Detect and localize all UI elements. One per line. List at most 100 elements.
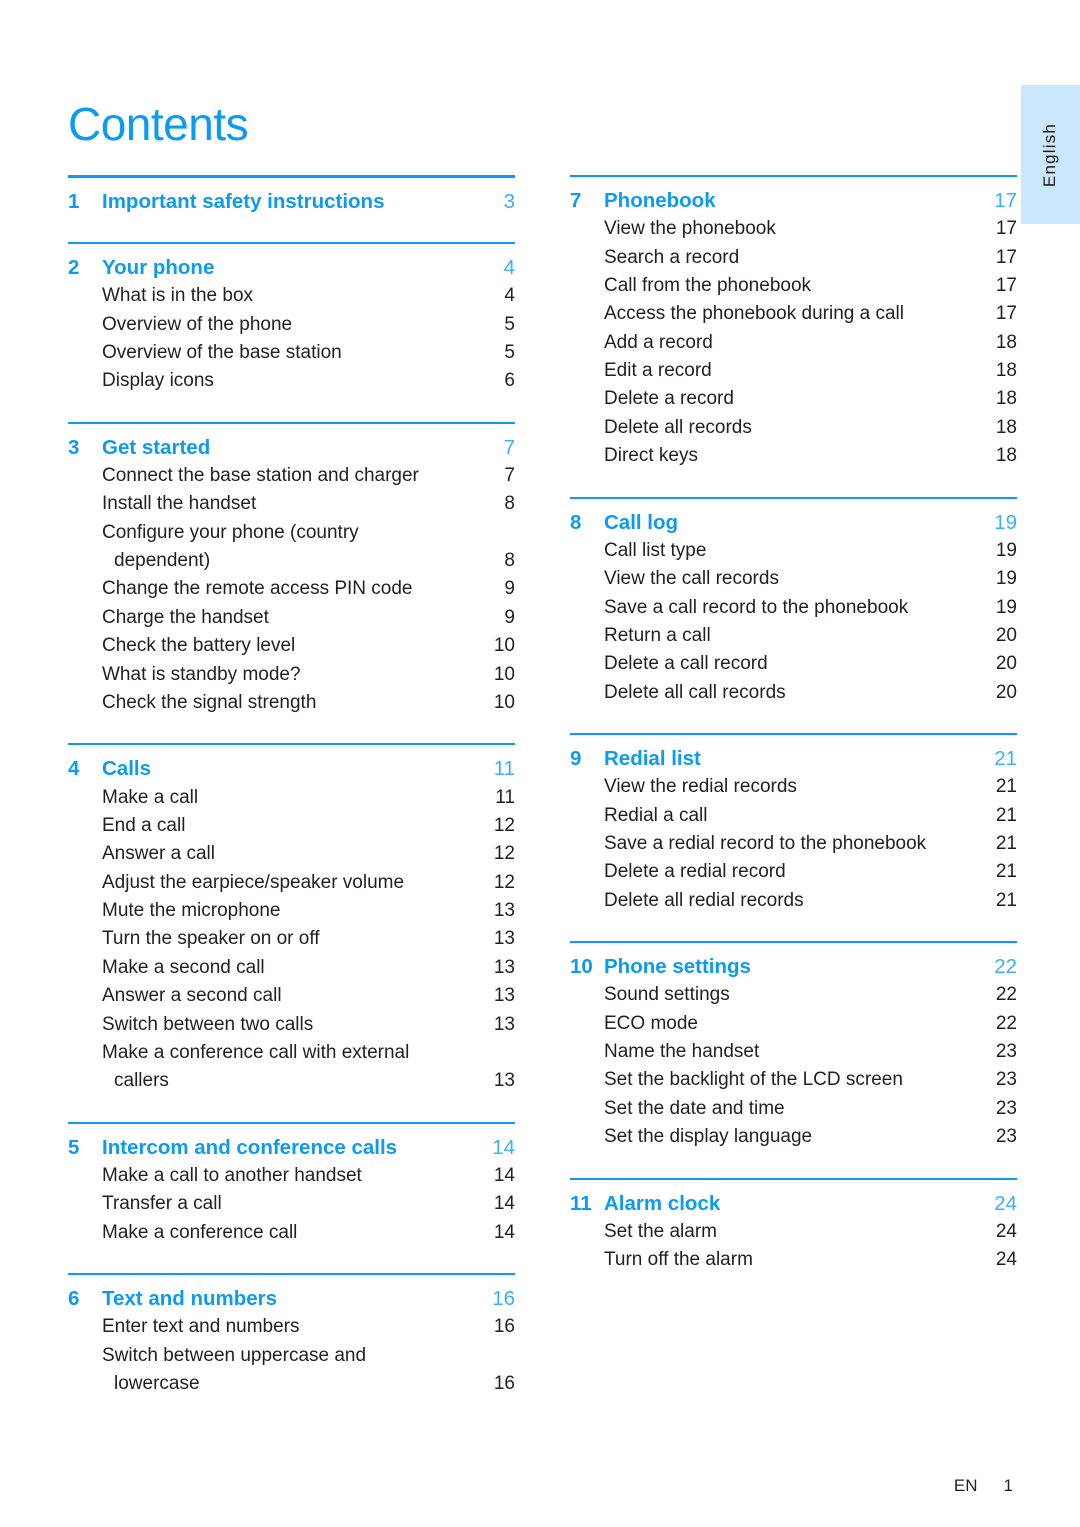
toc-entry[interactable]: What is in the box 4 [68,282,515,310]
toc-entry[interactable]: Turn off the alarm 24 [570,1246,1017,1274]
toc-entry[interactable]: Check the signal strength 10 [68,689,515,717]
toc-entry[interactable]: Delete all redial records 21 [570,887,1017,915]
toc-section: 9 Redial list 21 View the redial records 21 R… [570,733,1017,915]
toc-entry-page-number: 24 [995,1220,1017,1242]
toc-entry[interactable]: Set the display language 23 [570,1123,1017,1151]
toc-entry[interactable]: Direct keys 18 [570,442,1017,470]
toc-entry[interactable]: Make a conference call 14 [68,1219,515,1247]
toc-entry-page-number: 12 [493,814,515,836]
toc-entry[interactable]: What is standby mode? 10 [68,661,515,689]
toc-entry[interactable]: Search a record 17 [570,244,1017,272]
toc-entry-label: Charge the handset [102,606,269,628]
toc-entry[interactable]: Mute the microphone 13 [68,897,515,925]
toc-section-heading[interactable]: 10 Phone settings 22 [570,952,1017,981]
toc-entry[interactable]: dependent) 8 [68,547,515,575]
toc-entry[interactable]: Call list type 19 [570,537,1017,565]
toc-section-heading[interactable]: 4 Calls 11 [68,754,515,783]
toc-entry-page-number: 8 [504,550,515,572]
toc-entry[interactable]: Adjust the earpiece/speaker volume 12 [68,869,515,897]
toc-entry-page-number: 13 [493,1070,515,1092]
language-tab-label: English [1040,122,1060,187]
toc-entry[interactable]: Switch between uppercase and [68,1342,515,1370]
toc-entry-label: Change the remote access PIN code [102,578,413,600]
toc-entry[interactable]: Change the remote access PIN code 9 [68,575,515,603]
toc-entry-page-number: 9 [504,578,515,600]
toc-entry[interactable]: Redial a call 21 [570,802,1017,830]
toc-entry[interactable]: Answer a second call 13 [68,982,515,1010]
toc-entry[interactable]: Enter text and numbers 16 [68,1313,515,1341]
toc-entry[interactable]: Make a call to another handset 14 [68,1162,515,1190]
toc-section-heading[interactable]: 11 Alarm clock 24 [570,1189,1017,1218]
section-page-number: 19 [994,510,1017,534]
toc-entry-label: Answer a second call [102,985,282,1007]
toc-entry[interactable]: Make a conference call with external [68,1039,515,1067]
toc-section-heading[interactable]: 6 Text and numbers 16 [68,1284,515,1313]
toc-entry-label: What is standby mode? [102,663,301,685]
toc-entry-page-number: 20 [995,653,1017,675]
toc-entry[interactable]: Edit a record 18 [570,357,1017,385]
toc-entry[interactable]: Display icons 6 [68,367,515,395]
toc-entry-page-number: 21 [995,861,1017,883]
toc-entry-label: Make a call to another handset [102,1164,362,1186]
toc-section-heading[interactable]: 9 Redial list 21 [570,744,1017,773]
toc-entry[interactable]: Charge the handset 9 [68,604,515,632]
toc-entry-page-number: 19 [995,568,1017,590]
toc-entry[interactable]: Configure your phone (country [68,519,515,547]
toc-entry-page-number: 14 [493,1193,515,1215]
toc-entry-page-number: 5 [504,313,515,335]
toc-entry[interactable]: Transfer a call 14 [68,1190,515,1218]
toc-entry[interactable]: Set the alarm 24 [570,1218,1017,1246]
toc-entry[interactable]: Save a call record to the phonebook 19 [570,594,1017,622]
toc-entry[interactable]: View the phonebook 17 [570,215,1017,243]
toc-entry[interactable]: callers 13 [68,1067,515,1095]
toc-entry-page-number: 10 [493,663,515,685]
toc-entry[interactable]: Turn the speaker on or off 13 [68,925,515,953]
toc-entry[interactable]: Make a call 11 [68,784,515,812]
toc-entry[interactable]: Set the date and time 23 [570,1095,1017,1123]
toc-entry[interactable]: Install the handset 8 [68,490,515,518]
section-divider [570,1177,1017,1180]
toc-entry[interactable]: Make a second call 13 [68,954,515,982]
toc-entry[interactable]: Delete all call records 20 [570,679,1017,707]
toc-entry-label: Save a redial record to the phonebook [604,832,927,854]
toc-entry-label: Make a call [102,786,199,808]
toc-entry[interactable]: Check the battery level 10 [68,632,515,660]
toc-entry[interactable]: Sound settings 22 [570,981,1017,1009]
toc-entry[interactable]: ECO mode 22 [570,1010,1017,1038]
toc-entry[interactable]: Delete a record 18 [570,385,1017,413]
toc-entry[interactable]: Call from the phonebook 17 [570,272,1017,300]
toc-section-heading[interactable]: 2 Your phone 4 [68,253,515,282]
toc-section-heading[interactable]: 3 Get started 7 [68,433,515,462]
toc-entry[interactable]: Add a record 18 [570,329,1017,357]
toc-entry[interactable]: Delete a call record 20 [570,650,1017,678]
toc-entry-page-number: 10 [493,635,515,657]
section-divider [570,941,1017,944]
toc-entry[interactable]: Name the handset 23 [570,1038,1017,1066]
toc-entry[interactable]: Return a call 20 [570,622,1017,650]
toc-entry[interactable]: Answer a call 12 [68,840,515,868]
toc-entry[interactable]: Delete all records 18 [570,414,1017,442]
toc-entry[interactable]: View the redial records 21 [570,773,1017,801]
toc-entry-label: Edit a record [604,360,712,382]
toc-entry-label-continued: lowercase [114,1372,200,1394]
toc-section-heading[interactable]: 5 Intercom and conference calls 14 [68,1133,515,1162]
toc-entry[interactable]: View the call records 19 [570,565,1017,593]
toc-entry[interactable]: Overview of the base station 5 [68,339,515,367]
toc-entry[interactable]: Save a redial record to the phonebook 21 [570,830,1017,858]
toc-section: 11 Alarm clock 24 Set the alarm 24 Turn off t… [570,1177,1017,1275]
toc-entry-page-number: 17 [995,274,1017,296]
toc-section-heading[interactable]: 1 Important safety instructions 3 [68,187,515,216]
toc-entry[interactable]: Set the backlight of the LCD screen 23 [570,1066,1017,1094]
toc-entry[interactable]: Access the phonebook during a call 17 [570,300,1017,328]
toc-entry[interactable]: End a call 12 [68,812,515,840]
toc-entry[interactable]: Connect the base station and charger 7 [68,462,515,490]
toc-entry[interactable]: Switch between two calls 13 [68,1011,515,1039]
toc-entry[interactable]: lowercase 16 [68,1370,515,1398]
toc-entry-label: Sound settings [604,984,730,1006]
toc-entry[interactable]: Delete a redial record 21 [570,858,1017,886]
toc-entry[interactable]: Overview of the phone 5 [68,311,515,339]
toc-entry-page-number: 18 [995,445,1017,467]
toc-section-heading[interactable]: 7 Phonebook 17 [570,186,1017,215]
section-divider [68,1273,515,1276]
toc-section-heading[interactable]: 8 Call log 19 [570,508,1017,537]
